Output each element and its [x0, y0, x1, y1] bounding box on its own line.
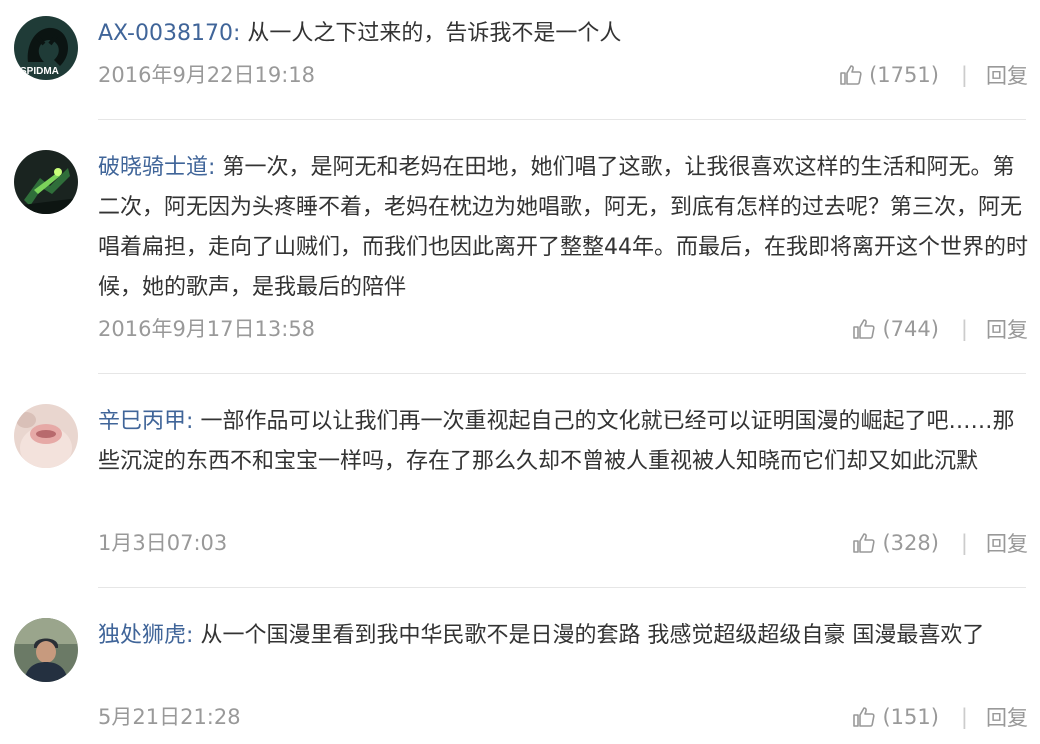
like-button[interactable]: (1751): [839, 63, 939, 87]
comment-content: 破晓骑士道: 第一次，是阿无和老妈在田地，她们唱了这歌，让我很喜欢这样的生活和阿…: [98, 148, 1028, 308]
username-link[interactable]: 独处狮虎: [98, 623, 186, 648]
username-link[interactable]: 辛巳丙甲: [98, 409, 186, 434]
comment-content: 辛巳丙甲: 一部作品可以让我们再一次重视起自己的文化就已经可以证明国漫的崛起了吧…: [98, 402, 1028, 482]
avatar[interactable]: [14, 618, 78, 682]
reply-button[interactable]: 回复: [986, 702, 1028, 732]
comment-text: 从一人之下过来的，告诉我不是一个人: [247, 21, 622, 46]
comment-time: 2016年9月17日13:58: [98, 317, 316, 341]
username-link[interactable]: 破晓骑士道: [98, 155, 208, 180]
comment-actions: (328) | 回复: [852, 528, 1028, 558]
comment-meta: 2016年9月22日19:18 (1751) | 回复: [98, 60, 1028, 90]
comment-text: 一部作品可以让我们再一次重视起自己的文化就已经可以证明国漫的崛起了吧……那些沉淀…: [98, 409, 1015, 474]
comment-time: 2016年9月22日19:18: [98, 63, 316, 87]
comment-time: 5月21日21:28: [98, 705, 241, 729]
comment-text: 第一次，是阿无和老妈在田地，她们唱了这歌，让我很喜欢这样的生活和阿无。第二次，阿…: [98, 155, 1028, 300]
comment-actions: (1751) | 回复: [839, 60, 1028, 90]
thumbs-up-icon: [840, 65, 862, 85]
action-separator: |: [960, 317, 968, 341]
like-count: (1751): [869, 63, 939, 87]
username-link[interactable]: AX-0038170: [98, 21, 233, 46]
divider: [98, 373, 1026, 374]
username-separator: :: [208, 155, 216, 180]
avatar[interactable]: [14, 150, 78, 214]
thumbs-up-icon: [853, 533, 876, 553]
reply-button[interactable]: 回复: [986, 528, 1028, 558]
avatar-person-icon: [14, 618, 78, 682]
username-separator: :: [186, 623, 194, 648]
thumbs-up-icon: [853, 319, 876, 339]
like-button[interactable]: (328): [852, 531, 939, 555]
avatar[interactable]: [14, 404, 78, 468]
avatar-face-icon: [14, 404, 78, 468]
action-separator: |: [960, 63, 968, 87]
comment-actions: (744) | 回复: [852, 314, 1028, 344]
comment-content: 独处狮虎: 从一个国漫里看到我中华民歌不是日漫的套路 我感觉超级超级自豪 国漫最…: [98, 616, 1028, 656]
comment-content: AX-0038170: 从一人之下过来的，告诉我不是一个人: [98, 14, 1028, 54]
reply-button[interactable]: 回复: [986, 314, 1028, 344]
comment-text: 从一个国漫里看到我中华民歌不是日漫的套路 我感觉超级超级自豪 国漫最喜欢了: [200, 623, 985, 648]
avatar-dark-icon: SPIDMA: [14, 16, 78, 80]
comment-actions: (151) | 回复: [852, 702, 1028, 732]
comment-time: 1月3日07:03: [98, 531, 228, 555]
comment-meta: 1月3日07:03 (328) | 回复: [98, 528, 1028, 558]
action-separator: |: [960, 705, 968, 729]
avatar[interactable]: SPIDMA: [14, 16, 78, 80]
reply-button[interactable]: 回复: [986, 60, 1028, 90]
action-separator: |: [960, 531, 968, 555]
like-button[interactable]: (744): [852, 317, 939, 341]
like-count: (744): [882, 317, 939, 341]
avatar-anime-icon: [14, 150, 78, 214]
username-separator: :: [186, 409, 194, 434]
divider: [98, 587, 1026, 588]
comment-meta: 2016年9月17日13:58 (744) | 回复: [98, 314, 1028, 344]
like-button[interactable]: (151): [852, 705, 939, 729]
divider: [98, 119, 1026, 120]
comment-meta: 5月21日21:28 (151) | 回复: [98, 702, 1028, 732]
like-count: (151): [882, 705, 939, 729]
avatar-text: SPIDMA: [20, 66, 59, 77]
username-separator: :: [232, 21, 241, 46]
thumbs-up-icon: [853, 707, 876, 727]
like-count: (328): [882, 531, 939, 555]
